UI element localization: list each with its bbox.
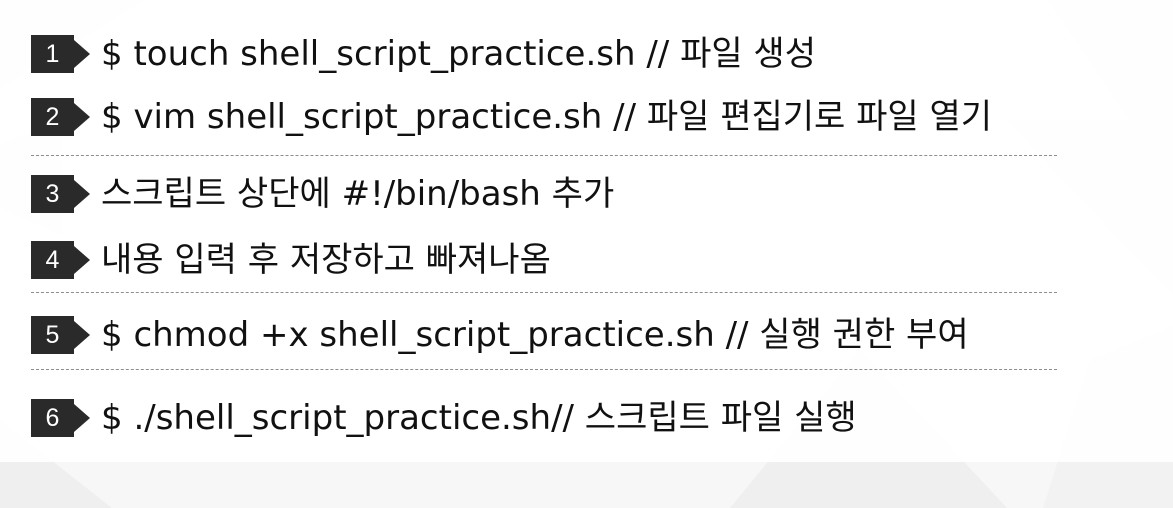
- step-text-1: $ touch shell_script_practice.sh // 파일 생…: [101, 34, 816, 74]
- step-row-3: 3 스크립트 상단에 #!/bin/bash 추가: [31, 174, 614, 214]
- step-number-2: 2: [31, 98, 74, 136]
- step-row-6: 6 $ ./shell_script_practice.sh// 스크립트 파일…: [31, 398, 857, 438]
- dashed-divider-2: [31, 292, 1057, 293]
- step-text-2: $ vim shell_script_practice.sh // 파일 편집기…: [101, 97, 993, 137]
- step-number-5: 5: [31, 316, 74, 354]
- step-row-5: 5 $ chmod +x shell_script_practice.sh //…: [31, 315, 969, 355]
- step-row-4: 4 내용 입력 후 저장하고 빠져나옴: [31, 240, 551, 280]
- step-text-4: 내용 입력 후 저장하고 빠져나옴: [101, 240, 551, 280]
- step-number-3: 3: [31, 175, 74, 213]
- step-badge-5: 5: [31, 316, 90, 354]
- step-row-2: 2 $ vim shell_script_practice.sh // 파일 편…: [31, 97, 992, 137]
- step-badge-1: 1: [31, 35, 90, 73]
- step-arrow-icon-5: [74, 321, 90, 349]
- dashed-divider-3: [31, 369, 1057, 370]
- dashed-divider-1: [31, 155, 1057, 156]
- step-arrow-icon-2: [74, 103, 90, 131]
- step-badge-3: 3: [31, 175, 90, 213]
- step-number-1: 1: [31, 35, 74, 73]
- step-badge-2: 2: [31, 98, 90, 136]
- step-text-5: $ chmod +x shell_script_practice.sh // 실…: [101, 315, 969, 355]
- step-number-6: 6: [31, 399, 74, 437]
- step-arrow-icon-6: [74, 404, 90, 432]
- step-text-3: 스크립트 상단에 #!/bin/bash 추가: [101, 174, 615, 214]
- step-arrow-icon-4: [74, 246, 90, 274]
- step-arrow-icon-3: [74, 180, 90, 208]
- step-badge-4: 4: [31, 241, 90, 279]
- step-text-6: $ ./shell_script_practice.sh// 스크립트 파일 실…: [101, 398, 857, 438]
- step-number-4: 4: [31, 241, 74, 279]
- step-badge-6: 6: [31, 399, 90, 437]
- step-arrow-icon-1: [74, 40, 90, 68]
- step-row-1: 1 $ touch shell_script_practice.sh // 파일…: [31, 34, 816, 74]
